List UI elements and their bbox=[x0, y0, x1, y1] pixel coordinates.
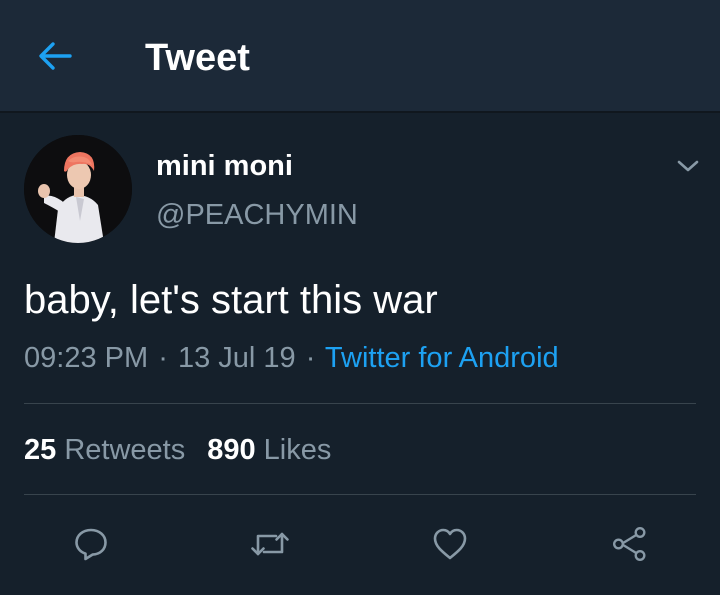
tweet-time: 09:23 PM bbox=[24, 342, 149, 374]
divider bbox=[24, 494, 696, 495]
reply-button[interactable] bbox=[67, 521, 115, 567]
retweets-label: Retweets bbox=[64, 434, 186, 466]
likes-stat[interactable]: 890 Likes bbox=[207, 434, 331, 466]
username-handle[interactable]: @PEACHYMIN bbox=[156, 198, 358, 232]
tweet-source-link[interactable]: Twitter for Android bbox=[325, 342, 559, 374]
meta-separator: · bbox=[158, 342, 168, 374]
back-button[interactable] bbox=[30, 34, 80, 78]
page-title: Tweet bbox=[145, 37, 250, 79]
tweet-text: baby, let's start this war bbox=[24, 278, 438, 322]
likes-count: 890 bbox=[207, 434, 256, 466]
tweet-date: 13 Jul 19 bbox=[177, 342, 296, 374]
top-bar: Tweet bbox=[0, 0, 720, 113]
likes-label: Likes bbox=[263, 434, 332, 466]
heart-icon bbox=[433, 528, 467, 560]
reply-icon bbox=[75, 528, 107, 561]
retweets-stat[interactable]: 25 Retweets bbox=[24, 434, 185, 466]
tweet-stats: 25 Retweets 890 Likes bbox=[24, 432, 331, 468]
tweet-screen: Tweet mini moni @PEACHYMIN baby, let's s… bbox=[0, 0, 720, 595]
avatar-photo bbox=[24, 135, 132, 243]
retweet-button[interactable] bbox=[246, 521, 294, 567]
share-button[interactable] bbox=[606, 521, 654, 567]
retweet-icon bbox=[251, 532, 289, 556]
display-name[interactable]: mini moni bbox=[156, 149, 293, 183]
divider bbox=[24, 403, 696, 404]
share-icon bbox=[612, 526, 646, 562]
tweet-metadata: 09:23 PM · 13 Jul 19 · Twitter for Andro… bbox=[24, 340, 559, 376]
more-options-button[interactable] bbox=[672, 150, 704, 182]
meta-separator: · bbox=[305, 342, 316, 374]
arrow-left-icon bbox=[39, 42, 72, 70]
avatar[interactable] bbox=[24, 135, 132, 243]
chevron-down-icon bbox=[677, 160, 699, 172]
retweets-count: 25 bbox=[24, 434, 57, 466]
like-button[interactable] bbox=[426, 521, 474, 567]
